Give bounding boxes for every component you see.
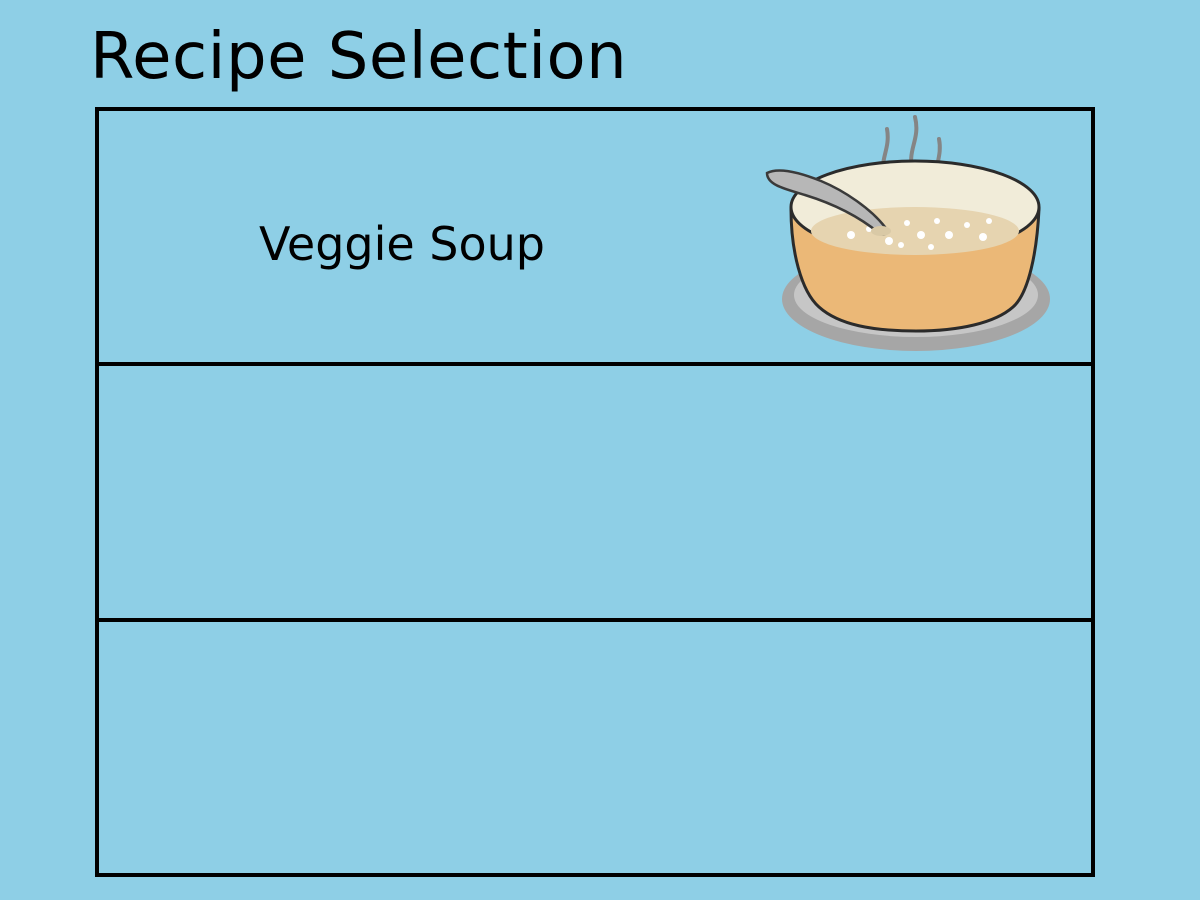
recipe-list: Veggie Soup xyxy=(95,107,1095,877)
recipe-row-empty[interactable] xyxy=(99,622,1091,873)
recipe-row-veggie-soup[interactable]: Veggie Soup xyxy=(99,111,1091,367)
page-title: Recipe Selection xyxy=(90,20,628,94)
recipe-row-empty[interactable] xyxy=(99,366,1091,622)
soup-bowl-icon xyxy=(765,115,1050,351)
recipe-name: Veggie Soup xyxy=(259,217,545,271)
